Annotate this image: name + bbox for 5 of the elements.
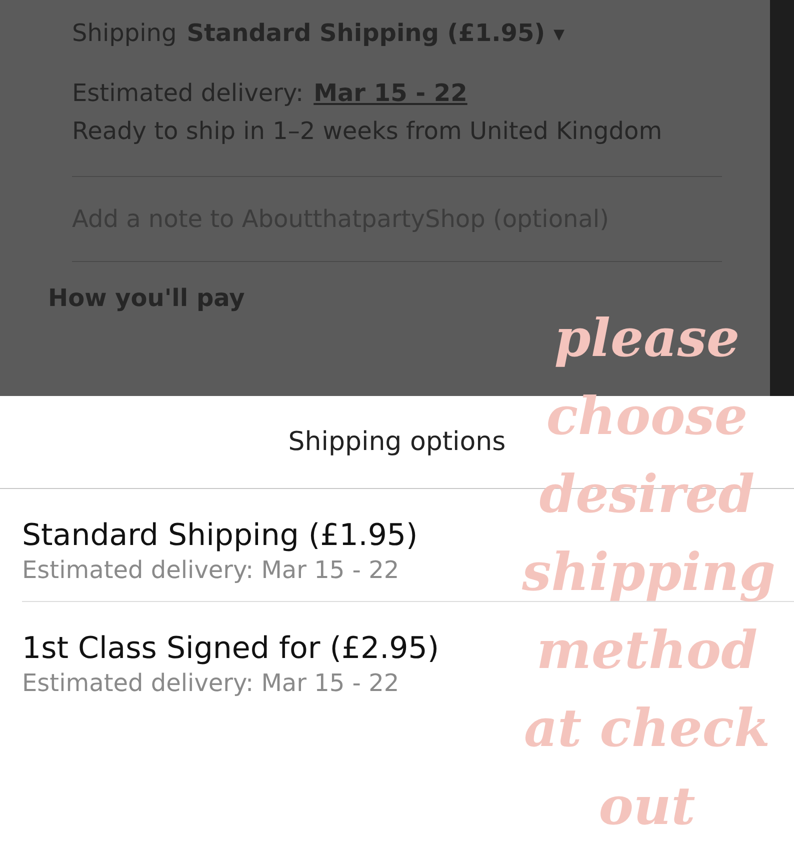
shipping-option[interactable]: 1st Class Signed for (£2.95) Estimated delivery: Mar 15 - 22 xyxy=(0,602,462,714)
sheet-title: Shipping options xyxy=(288,427,506,457)
handwritten-annotation: please choose desired shipping method at check out xyxy=(522,307,772,839)
caret-icon: ▾ xyxy=(554,22,565,47)
shipping-option[interactable]: Standard Shipping (£1.95) Estimated delivery: Mar 15 - 22 xyxy=(0,489,440,601)
